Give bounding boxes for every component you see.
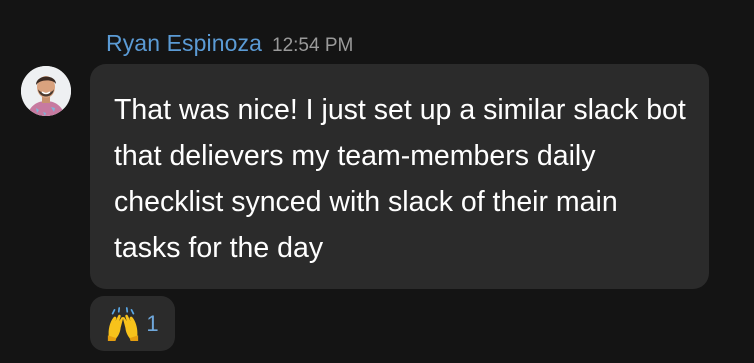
reaction-pill[interactable]: 1 bbox=[90, 296, 175, 351]
message-header: Ryan Espinoza 12:54 PM bbox=[106, 30, 353, 60]
message-text: That was nice! I just set up a similar s… bbox=[114, 94, 686, 264]
user-avatar-icon bbox=[21, 66, 71, 116]
message-timestamp: 12:54 PM bbox=[272, 35, 354, 56]
raising-hands-icon bbox=[108, 306, 139, 341]
message-bubble[interactable]: That was nice! I just set up a similar s… bbox=[90, 64, 709, 289]
avatar[interactable] bbox=[21, 66, 71, 116]
reaction-count: 1 bbox=[146, 310, 159, 336]
author-name[interactable]: Ryan Espinoza bbox=[106, 30, 262, 57]
